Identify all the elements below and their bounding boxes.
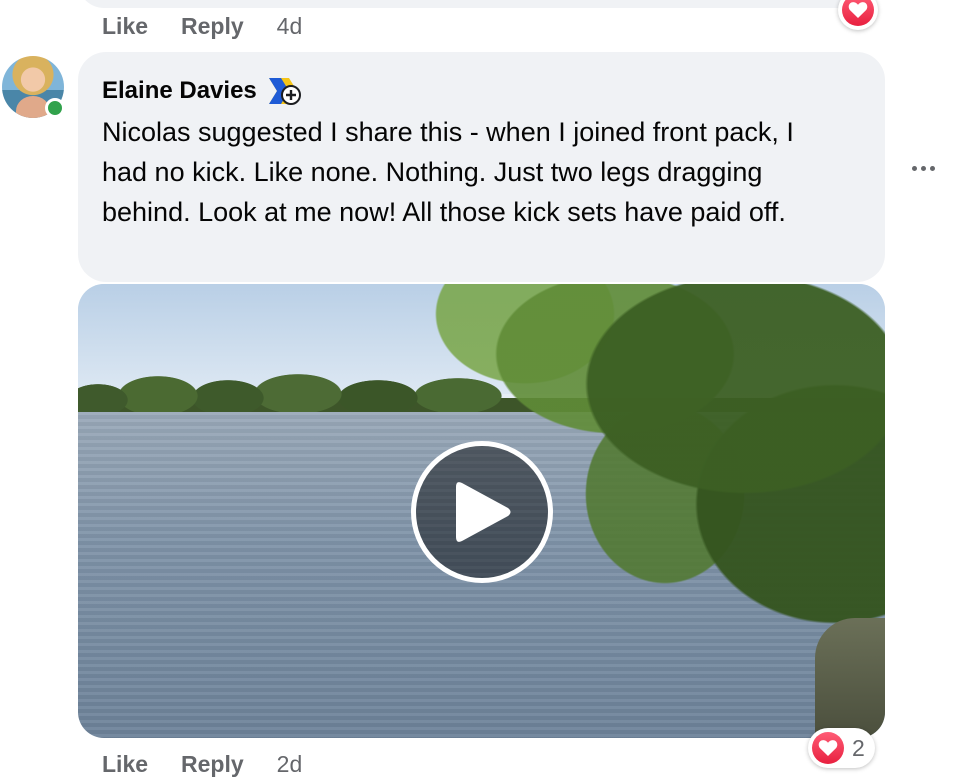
reply-button[interactable]: Reply <box>181 13 244 40</box>
comment-actions: Like Reply 2d <box>102 751 302 778</box>
like-button[interactable]: Like <box>102 751 148 778</box>
play-button[interactable] <box>411 441 553 583</box>
previous-comment-bubble <box>78 0 883 8</box>
comment-thread: Like Reply 4d Elaine Davies Nicolas sugg… <box>0 0 957 782</box>
reaction-count-pill[interactable]: 2 <box>808 728 875 768</box>
heart-icon <box>842 0 874 26</box>
like-button[interactable]: Like <box>102 13 148 40</box>
previous-comment-actions: Like Reply 4d <box>102 13 302 40</box>
comment-bubble: Elaine Davies Nicolas suggested I share … <box>78 52 885 282</box>
top-fan-badge-icon[interactable] <box>267 74 303 108</box>
heart-icon <box>812 732 844 764</box>
video-bank <box>815 618 885 738</box>
author-name[interactable]: Elaine Davies <box>102 77 257 105</box>
previous-comment-reaction[interactable] <box>838 0 878 30</box>
reply-button[interactable]: Reply <box>181 751 244 778</box>
more-options-icon[interactable] <box>906 156 940 180</box>
comment-text: Nicolas suggested I share this - when I … <box>102 117 794 227</box>
play-icon <box>456 482 511 542</box>
reaction-count: 2 <box>852 734 865 761</box>
comment-timestamp[interactable]: 4d <box>277 13 303 40</box>
author-row: Elaine Davies <box>102 74 861 108</box>
online-status-indicator <box>45 98 65 118</box>
video-player[interactable] <box>78 284 885 738</box>
comment-timestamp[interactable]: 2d <box>277 751 303 778</box>
